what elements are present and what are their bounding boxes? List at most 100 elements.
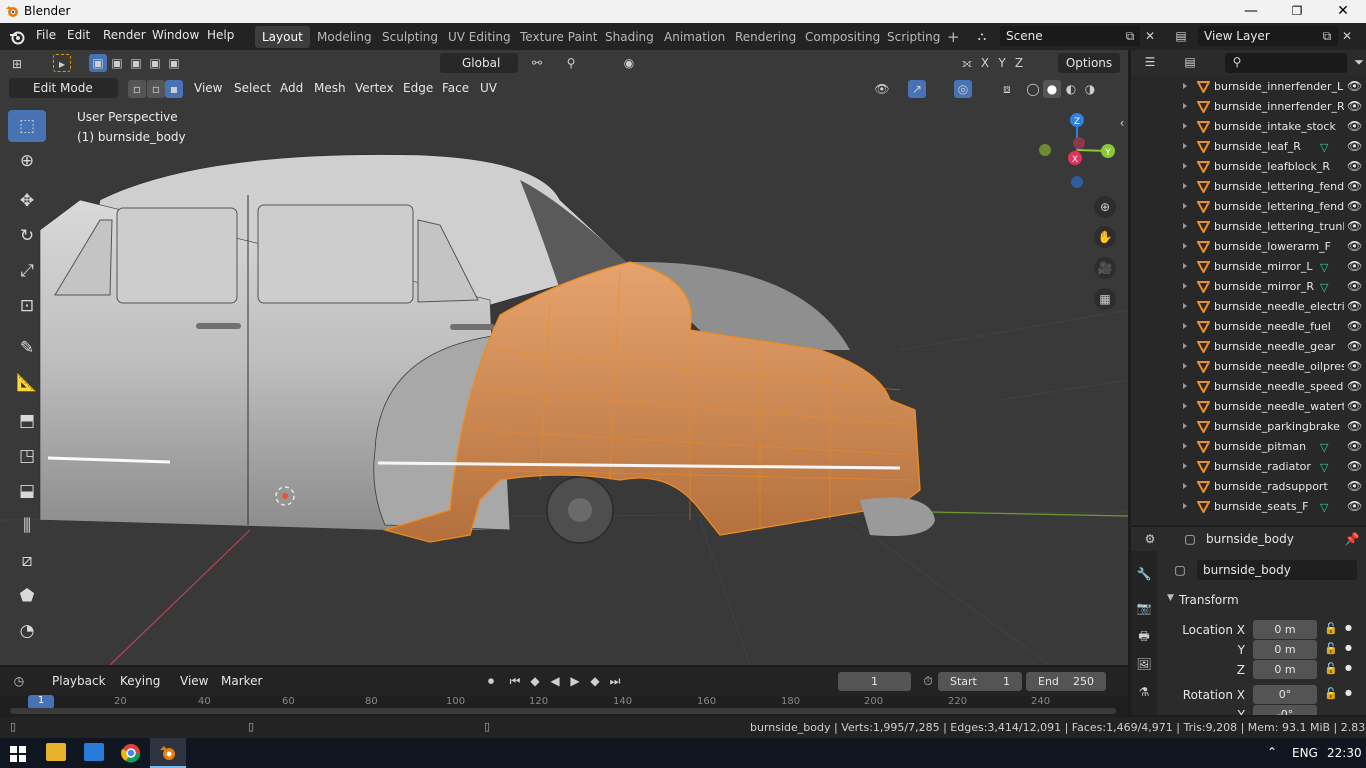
outliner-item-name[interactable]: burnside_radsupport xyxy=(1214,480,1344,493)
select-intersect-icon[interactable]: ▣ xyxy=(165,54,183,72)
collapse-triangle-icon[interactable]: ▼ xyxy=(1167,593,1174,603)
expand-triangle-icon[interactable] xyxy=(1180,301,1190,311)
visibility-eye-icon[interactable]: 👁 xyxy=(1347,499,1362,513)
jump-end-icon[interactable]: ⏭ xyxy=(606,672,624,690)
menu-add[interactable]: Add xyxy=(280,81,303,95)
visibility-eye-icon[interactable]: 👁 xyxy=(1347,119,1362,133)
outliner-row[interactable]: burnside_needle_speedo 👁 xyxy=(1131,377,1366,397)
visibility-eye-icon[interactable]: 👁 xyxy=(1347,239,1362,253)
measure-tool-icon[interactable]: 📐 xyxy=(8,367,46,399)
keyframe-dot-icon[interactable]: ● xyxy=(1345,663,1352,672)
expand-triangle-icon[interactable] xyxy=(1180,121,1190,131)
menu-keying[interactable]: Keying xyxy=(120,674,160,688)
transform-orientation-select[interactable]: Global xyxy=(440,53,518,73)
outliner-row[interactable]: burnside_radsupport 👁 xyxy=(1131,477,1366,497)
solid-shading-icon[interactable]: ● xyxy=(1043,80,1061,98)
loop-cut-tool-icon[interactable]: ⫼ xyxy=(8,510,46,542)
expand-triangle-icon[interactable] xyxy=(1180,141,1190,151)
visibility-eye-icon[interactable]: 👁 xyxy=(1347,199,1362,213)
cursor-tool-icon[interactable]: ⊕ xyxy=(8,145,46,177)
vertex-select-icon[interactable]: ▫ xyxy=(128,80,146,98)
prev-keyframe-icon[interactable]: ◆ xyxy=(526,672,544,690)
rotation-x-field[interactable]: 0° xyxy=(1253,685,1317,704)
outliner-row[interactable]: burnside_seats_F ▽ 👁 xyxy=(1131,497,1366,517)
keyframe-dot-icon[interactable]: ● xyxy=(1345,643,1352,652)
menu-uv[interactable]: UV xyxy=(480,81,497,95)
menu-select[interactable]: Select xyxy=(234,81,271,95)
remove-scene-icon[interactable]: ✕ xyxy=(1141,27,1159,45)
menu-timeline-view[interactable]: View xyxy=(180,674,208,688)
select-invert-icon[interactable]: ▣ xyxy=(146,54,164,72)
view-layer-field[interactable]: View Layer xyxy=(1198,26,1338,46)
visibility-eye-icon[interactable]: 👁 xyxy=(1347,319,1362,333)
camera-view-icon[interactable]: 🎥 xyxy=(1094,257,1116,279)
outliner-item-name[interactable]: burnside_needle_waterte xyxy=(1214,400,1344,413)
tab-sculpting[interactable]: Sculpting xyxy=(375,26,445,48)
expand-triangle-icon[interactable] xyxy=(1180,441,1190,451)
scene-name-field[interactable]: Scene xyxy=(1000,26,1140,46)
rotate-tool-icon[interactable]: ↻ xyxy=(8,220,46,252)
render-tab-icon[interactable]: 📷 xyxy=(1135,599,1153,617)
outliner-item-name[interactable]: burnside_needle_oilpress xyxy=(1214,360,1344,373)
select-extend-icon[interactable]: ▣ xyxy=(108,54,126,72)
bevel-tool-icon[interactable]: ⬓ xyxy=(8,475,46,507)
zoom-icon[interactable]: ⊕ xyxy=(1094,196,1116,218)
visibility-eye-icon[interactable]: 👁 xyxy=(1347,99,1362,113)
menu-playback[interactable]: Playback xyxy=(52,674,106,688)
minimize-button[interactable]: — xyxy=(1228,0,1274,23)
close-window-button[interactable]: ✕ xyxy=(1320,0,1366,23)
expand-triangle-icon[interactable] xyxy=(1180,321,1190,331)
visibility-eye-icon[interactable]: 👁 xyxy=(1347,79,1362,93)
move-tool-icon[interactable]: ✥ xyxy=(8,185,46,217)
tab-shading[interactable]: Shading xyxy=(598,26,661,48)
transform-panel-title[interactable]: Transform xyxy=(1179,593,1239,607)
menu-marker[interactable]: Marker xyxy=(221,674,262,688)
outliner-row[interactable]: burnside_needle_waterte 👁 xyxy=(1131,397,1366,417)
menu-help[interactable]: Help xyxy=(207,28,234,42)
visibility-eye-icon[interactable]: 👁 xyxy=(1347,219,1362,233)
expand-triangle-icon[interactable] xyxy=(1180,241,1190,251)
new-view-layer-icon[interactable]: ⧉ xyxy=(1318,27,1336,45)
play-reverse-icon[interactable]: ◀ xyxy=(546,672,564,690)
transform-tool-icon[interactable]: ⊡ xyxy=(8,290,46,322)
location-z-field[interactable]: 0 m xyxy=(1253,660,1317,679)
outliner-item-name[interactable]: burnside_intake_stock xyxy=(1214,120,1344,133)
menu-window[interactable]: Window xyxy=(152,28,199,42)
outliner-row[interactable]: burnside_needle_gear 👁 xyxy=(1131,337,1366,357)
mesh-data-icon[interactable]: ▽ xyxy=(1320,281,1328,294)
visibility-eye-icon[interactable]: 👁 xyxy=(1347,359,1362,373)
menu-render[interactable]: Render xyxy=(103,28,146,42)
axis-x-toggle[interactable]: X xyxy=(976,54,994,72)
visibility-eye-icon[interactable]: 👁 xyxy=(1347,339,1362,353)
tab-uv-editing[interactable]: UV Editing xyxy=(441,26,518,48)
outliner-item-name[interactable]: burnside_needle_fuel xyxy=(1214,320,1344,333)
outliner-row[interactable]: burnside_leafblock_R 👁 xyxy=(1131,157,1366,177)
rotation-y-field[interactable]: -0° xyxy=(1253,705,1317,715)
visibility-eye-icon[interactable]: 👁 xyxy=(1347,439,1362,453)
play-icon[interactable]: ▶ xyxy=(566,672,584,690)
outliner-item-name[interactable]: burnside_lowerarm_F xyxy=(1214,240,1344,253)
display-mode-icon[interactable]: ▤ xyxy=(1181,53,1199,71)
end-frame-field[interactable]: End 250 xyxy=(1026,672,1106,691)
menu-edge[interactable]: Edge xyxy=(403,81,433,95)
poly-build-tool-icon[interactable]: ⬟ xyxy=(8,580,46,612)
spin-tool-icon[interactable]: ◔ xyxy=(8,615,46,647)
outliner-row[interactable]: burnside_lettering_fender 👁 xyxy=(1131,177,1366,197)
tool-tab-icon[interactable]: 🔧 xyxy=(1135,565,1153,583)
tray-chevron-icon[interactable]: ⌃ xyxy=(1267,745,1277,759)
location-y-field[interactable]: 0 m xyxy=(1253,640,1317,659)
expand-triangle-icon[interactable] xyxy=(1180,161,1190,171)
menu-face[interactable]: Face xyxy=(442,81,469,95)
pivot-point-icon[interactable]: ⚯ xyxy=(528,54,546,72)
view-layer-tab-icon[interactable]: 🖼 xyxy=(1135,655,1153,673)
outliner-item-name[interactable]: burnside_leafblock_R xyxy=(1214,160,1344,173)
outliner-row[interactable]: burnside_radiator ▽ 👁 xyxy=(1131,457,1366,477)
new-scene-icon[interactable]: ⧉ xyxy=(1121,27,1139,45)
axis-y-toggle[interactable]: Y xyxy=(993,54,1011,72)
menu-view[interactable]: View xyxy=(194,81,222,95)
mesh-data-icon[interactable]: ▽ xyxy=(1320,501,1328,514)
maximize-button[interactable]: ❐ xyxy=(1274,0,1320,23)
outliner-row[interactable]: burnside_needle_electric 👁 xyxy=(1131,297,1366,317)
visibility-eye-icon[interactable]: 👁 xyxy=(1347,419,1362,433)
object-name-field[interactable]: burnside_body xyxy=(1197,560,1357,580)
